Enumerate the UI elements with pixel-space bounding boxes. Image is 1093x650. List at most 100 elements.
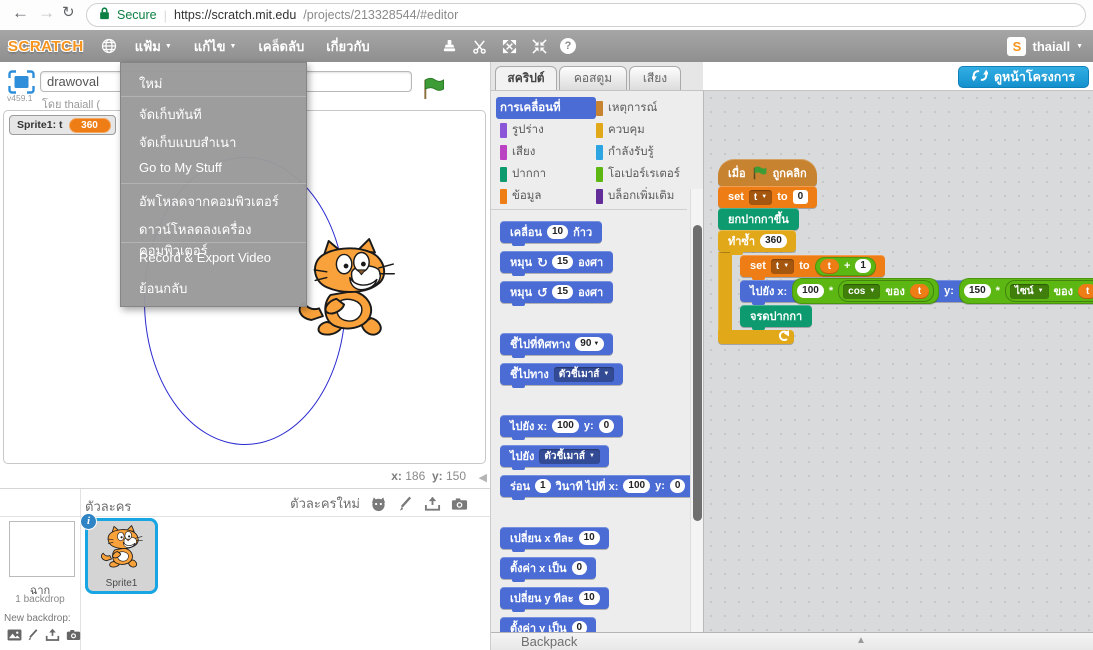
number-input[interactable]: 100 (623, 479, 650, 493)
number-input[interactable]: 15 (552, 285, 573, 299)
dropdown-input[interactable]: t▼ (749, 190, 772, 205)
delete-scissors-icon[interactable] (470, 37, 488, 55)
dropdown-input[interactable]: ตัวชี้เมาส์▼ (554, 367, 615, 382)
number-input[interactable]: 10 (579, 591, 600, 605)
category-ควบคุม[interactable]: ควบคุม (592, 119, 692, 141)
variable-reporter[interactable]: t (910, 284, 929, 299)
user-area[interactable]: S thaiall ▼ (1007, 30, 1083, 62)
script-block-data[interactable]: sett▼tot+1 (740, 255, 885, 277)
category-กำลังรับรู้[interactable]: กำลังรับรู้ (592, 141, 692, 163)
number-input[interactable]: 10 (547, 225, 568, 239)
browser-back-icon[interactable]: ← (12, 3, 29, 23)
category-เสียง[interactable]: เสียง (496, 141, 596, 163)
backdrop-library-icon[interactable] (6, 626, 22, 644)
grow-icon[interactable] (500, 37, 518, 55)
palette-block[interactable]: เปลี่ยน x ทีละ10 (500, 527, 609, 549)
new-sprite-library-icon[interactable] (369, 495, 387, 513)
number-dropdown-input[interactable]: 90▼ (575, 337, 604, 351)
script-block-pen[interactable]: จรดปากกา (740, 305, 812, 327)
help-icon[interactable]: ? (560, 38, 576, 54)
stage-thumbnail[interactable] (9, 521, 75, 577)
paint-new-sprite-icon[interactable] (396, 495, 414, 513)
script-block-events[interactable]: เมื่อถูกคลิก (718, 159, 817, 186)
category-บล็อกเพิ่มเติม[interactable]: บล็อกเพิ่มเติม (592, 185, 692, 207)
number-input[interactable]: 10 (579, 531, 600, 545)
palette-block[interactable]: ชี้ไปทางตัวชี้เมาส์▼ (500, 363, 623, 385)
category-โอเปอร์เรเตอร์[interactable]: โอเปอร์เรเตอร์ (592, 163, 692, 185)
tab-เสียง[interactable]: เสียง (629, 66, 681, 90)
palette-scrollbar[interactable] (690, 189, 703, 633)
see-project-page-button[interactable]: ดูหน้าโครงการ (958, 66, 1089, 88)
number-input[interactable]: 0 (572, 561, 588, 575)
sprite-tile-sprite1[interactable]: Sprite1 i (85, 518, 158, 594)
script-c-block[interactable]: ทำซ้ำ360 sett▼tot+1 ไปยัง x:100*cos▼ของty:… (718, 230, 1093, 344)
number-input[interactable]: 100 (552, 419, 579, 433)
script-area[interactable]: เมื่อถูกคลิกsett▼to0ยกปากกาขึ้นทำซ้ำ360s… (703, 90, 1093, 632)
dropdown-input[interactable]: t▼ (771, 259, 794, 274)
dropdown-input[interactable]: cos▼ (843, 284, 880, 299)
number-input[interactable]: 0 (793, 190, 809, 204)
green-flag-button[interactable] (421, 77, 445, 100)
variable-reporter[interactable]: t (1078, 284, 1093, 299)
file-menu-item[interactable]: จัดเก็บแบบสำเนา (121, 126, 306, 154)
palette-block[interactable]: เคลื่อน10ก้าว (500, 221, 602, 243)
script-c-header[interactable]: ทำซ้ำ360 (718, 230, 796, 252)
menubar-item-แก้ไข[interactable]: แก้ไข▼ (183, 30, 248, 62)
browser-refresh-icon[interactable]: ↻ (62, 3, 75, 21)
file-menu-item[interactable]: ย้อนกลับ (121, 272, 306, 300)
number-input[interactable]: 15 (552, 255, 573, 269)
palette-block[interactable]: หมุน↺15องศา (500, 281, 613, 303)
menubar-item-เคล็ดลับ[interactable]: เคล็ดลับ (247, 30, 315, 62)
camera-sprite-icon[interactable] (450, 495, 468, 513)
upload-sprite-icon[interactable] (423, 495, 441, 513)
palette-block[interactable]: ตั้งค่า x เป็น0 (500, 557, 596, 579)
camera-backdrop-icon[interactable] (65, 626, 81, 644)
category-การเคลื่อนที่[interactable]: การเคลื่อนที่ (496, 97, 596, 119)
dropdown-input[interactable]: ไซน์▼ (1010, 284, 1049, 299)
palette-block[interactable]: เปลี่ยน y ทีละ10 (500, 587, 609, 609)
palette-block[interactable]: หมุน↻15องศา (500, 251, 613, 273)
palette-scroll-thumb[interactable] (693, 225, 702, 521)
file-menu-item[interactable]: Go to My Stuff (121, 154, 306, 182)
stop-button[interactable] (452, 77, 476, 100)
number-input[interactable]: 0 (670, 479, 686, 493)
backpack-bar[interactable]: Backpack ▲ (491, 632, 1093, 650)
menubar-item-แฟ้ม[interactable]: แฟ้ม▼ (124, 30, 183, 62)
sprite-pane-toggle-icon[interactable]: ◀ (479, 471, 487, 484)
dropdown-input[interactable]: ตัวชี้เมาส์▼ (539, 449, 600, 464)
number-input[interactable]: 0 (599, 419, 615, 433)
operator-reporter[interactable]: 150*ไซน์▼ของt (959, 278, 1093, 304)
operator-reporter[interactable]: t+1 (815, 257, 876, 276)
language-globe-icon[interactable] (100, 37, 118, 55)
category-รูปร่าง[interactable]: รูปร่าง (496, 119, 596, 141)
category-ข้อมูล[interactable]: ข้อมูล (496, 185, 596, 207)
number-input[interactable]: 1 (855, 259, 871, 273)
number-input[interactable]: 360 (760, 234, 787, 248)
upload-backdrop-icon[interactable] (44, 626, 60, 644)
palette-block[interactable]: ชี้ไปที่ทิศทาง90▼ (500, 333, 613, 355)
operator-reporter[interactable]: 100*cos▼ของt (792, 278, 939, 304)
number-input[interactable]: 1 (535, 479, 551, 493)
sprite-info-icon[interactable]: i (80, 513, 97, 530)
variable-monitor[interactable]: Sprite1: t 360 (9, 115, 116, 135)
shrink-icon[interactable] (530, 37, 548, 55)
category-เหตุการณ์[interactable]: เหตุการณ์ (592, 97, 692, 119)
cat-sprite[interactable] (294, 238, 400, 348)
file-menu-item[interactable]: จัดเก็บทันที (121, 98, 306, 126)
operator-reporter[interactable]: cos▼ของt (838, 280, 934, 302)
scratch-logo[interactable]: SCRATCH (8, 38, 84, 55)
number-input[interactable]: 100 (797, 284, 824, 298)
palette-block[interactable]: ร่อน1วินาที ไปที่ x:100y:0 (500, 475, 694, 497)
operator-reporter[interactable]: ไซน์▼ของt (1005, 280, 1093, 302)
file-menu-item[interactable]: ดาวน์โหลดลงเครื่องคอมพิวเตอร์ (121, 213, 306, 241)
palette-block[interactable]: ไปยังตัวชี้เมาส์▼ (500, 445, 609, 467)
address-bar[interactable]: Secure | https://scratch.mit.edu/project… (86, 3, 1086, 27)
paint-backdrop-icon[interactable] (27, 626, 39, 644)
browser-forward-icon[interactable]: → (38, 3, 55, 23)
script-block-motion[interactable]: ไปยัง x:100*cos▼ของty:150*ไซน์▼ของt (740, 280, 1093, 302)
script-block-pen[interactable]: ยกปากกาขึ้น (718, 208, 799, 230)
file-menu-item[interactable]: อัพโหลดจากคอมพิวเตอร์ (121, 185, 306, 213)
file-menu-item[interactable]: ใหม่ (121, 67, 306, 95)
palette-block[interactable]: ไปยัง x:100y:0 (500, 415, 623, 437)
duplicate-stamp-icon[interactable] (440, 37, 458, 55)
